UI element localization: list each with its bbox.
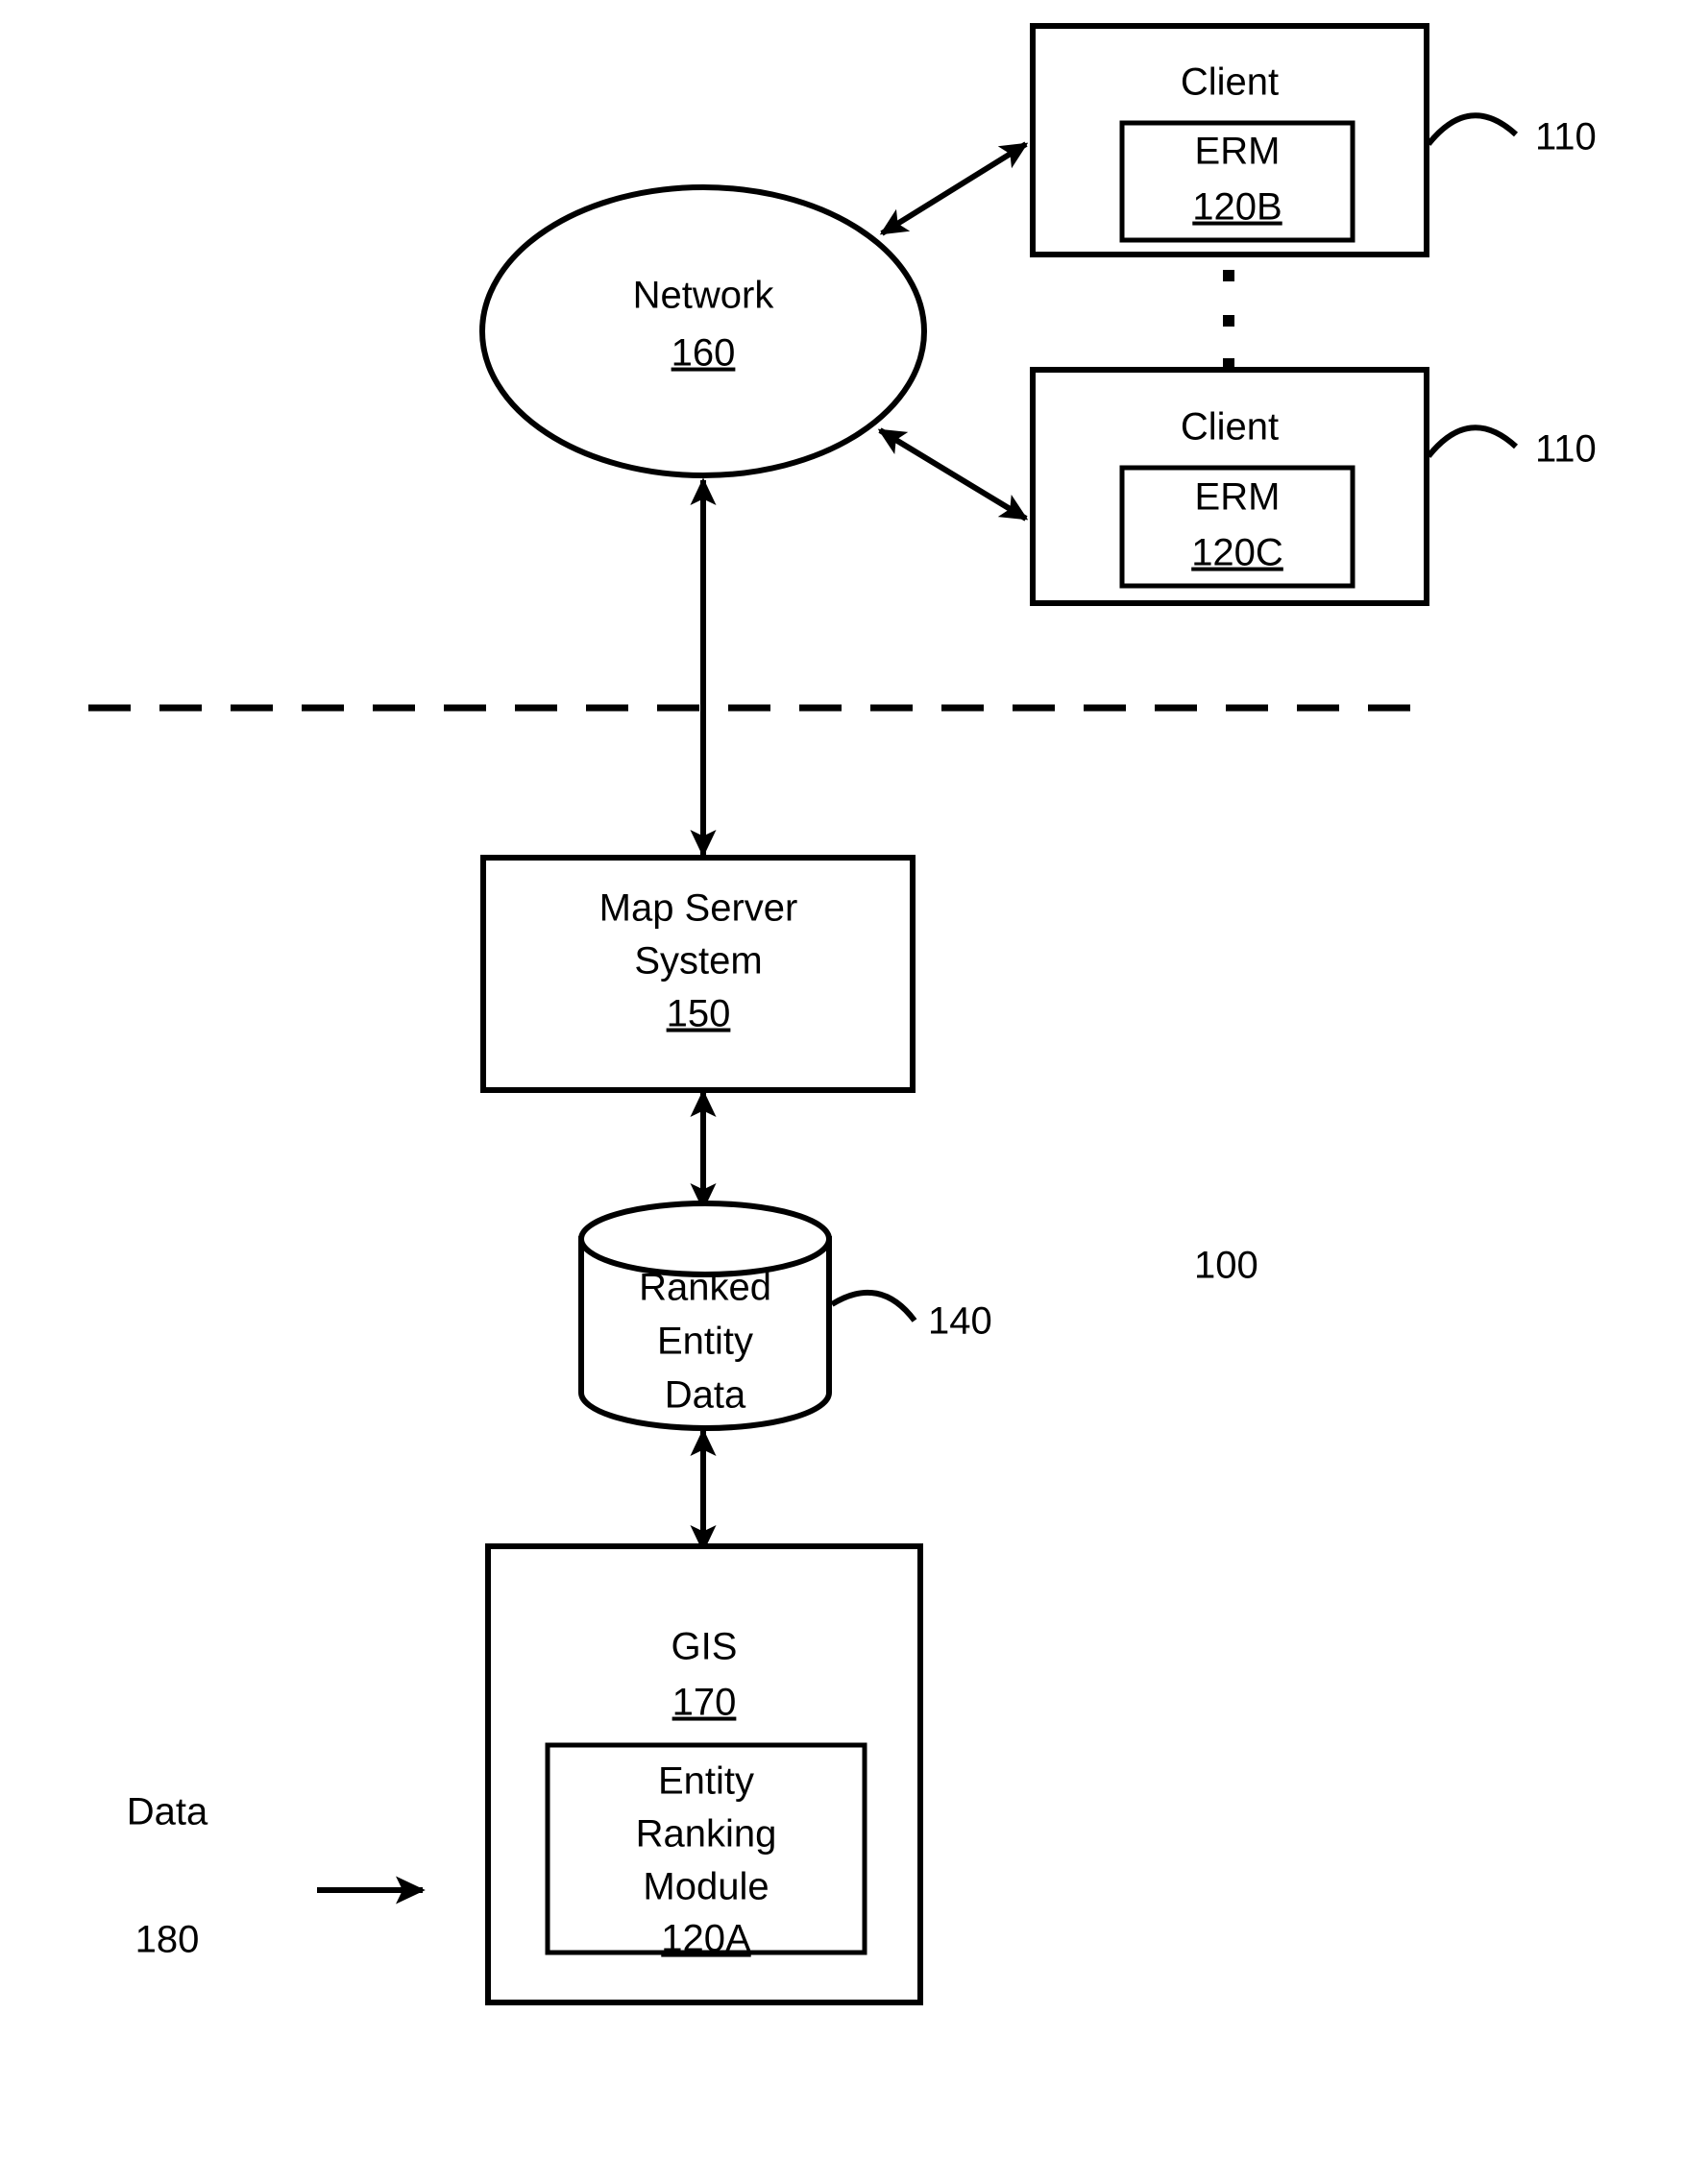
- map-server-ref: 150: [667, 993, 731, 1035]
- map-server-label-line2: System: [634, 940, 762, 983]
- erm-label-line2: Ranking: [636, 1813, 777, 1856]
- diagram-canvas: Network 160 Client ERM 120B 110 Client E…: [88, 23, 1597, 2005]
- connector-network-client-top: [879, 141, 1029, 236]
- client-top-leader-line: [1426, 112, 1519, 146]
- client-bottom-erm-label: ERM: [1195, 476, 1281, 519]
- database-label-line2: Entity: [657, 1321, 753, 1363]
- connector-network-client-bottom: [877, 427, 1029, 522]
- map-server-label-line1: Map Server: [599, 887, 798, 930]
- erm-label-line1: Entity: [658, 1760, 754, 1803]
- network-label: Network: [633, 275, 775, 317]
- database-label-line1: Ranked: [639, 1267, 771, 1309]
- client-bottom-leader-line: [1426, 425, 1519, 458]
- ellipsis-dot-2: [1223, 315, 1234, 327]
- map-server-node: Map Server System 150: [480, 855, 916, 1093]
- database-cylinder-top: [578, 1201, 832, 1277]
- client-top-node: Client ERM 120B 110: [1030, 23, 1597, 257]
- client-bottom-ref: 110: [1535, 428, 1597, 471]
- database-ref: 140: [928, 1300, 992, 1343]
- ellipsis-dot-1: [1223, 270, 1234, 281]
- erm-ref: 120A: [661, 1918, 751, 1960]
- data-input-ref: 180: [135, 1919, 200, 1961]
- client-list-ellipsis: [1223, 270, 1234, 370]
- client-bottom-label: Client: [1181, 406, 1279, 449]
- database-leader-line: [830, 1289, 917, 1323]
- client-top-label: Client: [1181, 61, 1279, 104]
- client-bottom-erm-ref: 120C: [1191, 532, 1283, 574]
- system-diagram: Network 160 Client ERM 120B 110 Client E…: [0, 0, 1685, 2184]
- client-bottom-node: Client ERM 120C 110: [1030, 367, 1597, 606]
- figure-ref-100: 100: [1194, 1245, 1258, 1287]
- database-label-line3: Data: [665, 1374, 746, 1417]
- network-ref: 160: [672, 332, 736, 375]
- database-node: Ranked Entity Data 140: [578, 1201, 992, 1431]
- data-input-label: Data: [127, 1791, 208, 1833]
- client-top-erm-label: ERM: [1195, 131, 1281, 173]
- client-top-ref: 110: [1535, 116, 1597, 158]
- gis-ref: 170: [672, 1682, 737, 1724]
- gis-node: GIS 170 Entity Ranking Module 120A: [485, 1543, 923, 2005]
- erm-label-line3: Module: [643, 1866, 769, 1908]
- client-top-erm-ref: 120B: [1192, 186, 1282, 229]
- network-node: Network 160: [479, 184, 927, 478]
- data-input-node: Data 180: [127, 1791, 426, 1961]
- gis-label: GIS: [672, 1626, 738, 1668]
